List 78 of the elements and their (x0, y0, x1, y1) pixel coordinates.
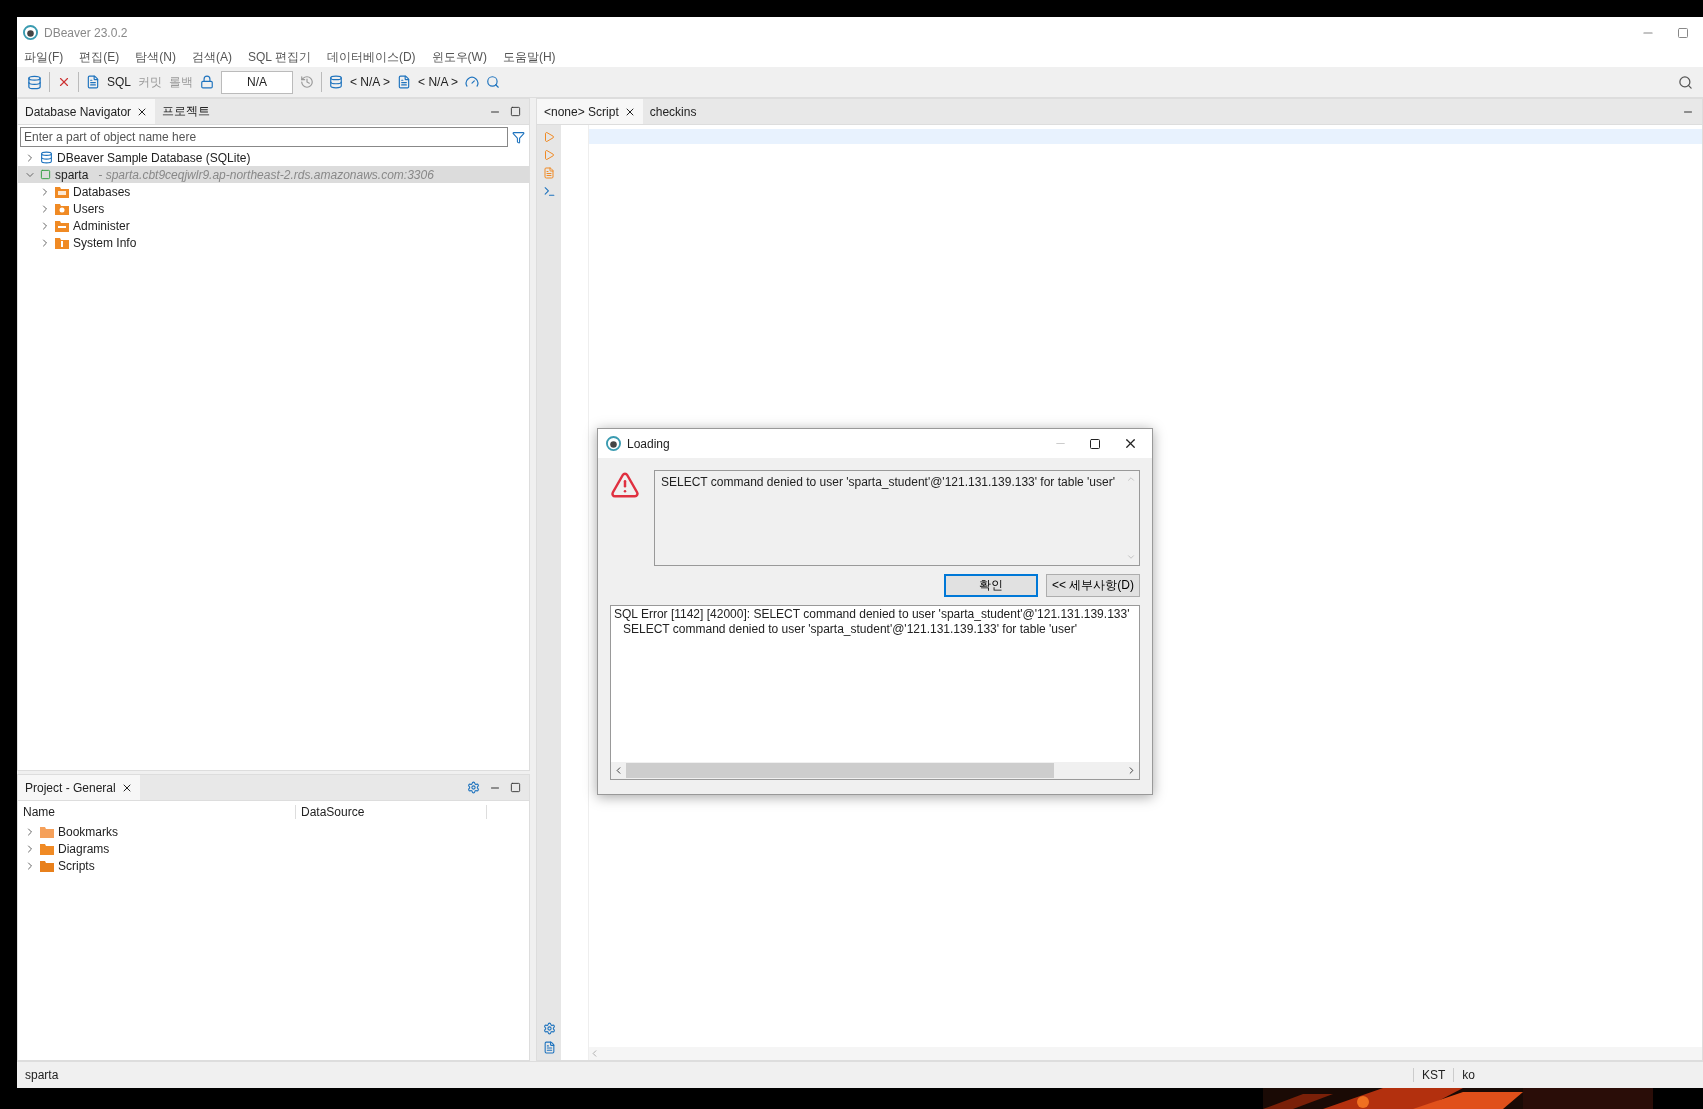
schema-selector[interactable]: < N/A > (418, 75, 459, 89)
error-message: SELECT command denied to user 'sparta_student'@'121.131.139.133' for table 'user' (660, 474, 1116, 491)
connection-icon (40, 169, 51, 180)
tree-row[interactable]: Databases (18, 183, 529, 200)
tree-row[interactable]: Users (18, 200, 529, 217)
column-header[interactable]: DataSource (296, 805, 487, 819)
tree-label: sparta (55, 167, 89, 182)
filter-field[interactable]: Enter a part of object name here (20, 127, 508, 147)
folder-icon (55, 236, 69, 249)
gauge-icon[interactable] (465, 75, 480, 89)
datasource-selector[interactable]: < N/A > (350, 75, 391, 89)
menu-item[interactable]: 데이터베이스(D) (326, 49, 416, 66)
dialog-button[interactable]: << 세부사항(D) (1046, 574, 1140, 597)
panel-tab[interactable]: Database Navigator (18, 99, 156, 124)
tree-label: Bookmarks (58, 824, 119, 839)
play-icon[interactable] (543, 149, 555, 161)
column-header[interactable]: Name (18, 805, 296, 819)
disconnect-icon[interactable] (57, 75, 71, 89)
search-icon[interactable] (1678, 74, 1693, 90)
lock-icon[interactable] (200, 75, 214, 89)
search-icon[interactable] (486, 75, 501, 89)
settings-icon[interactable] (467, 781, 480, 794)
status-text: sparta (24, 1068, 60, 1082)
menu-item[interactable]: 편집(E) (79, 49, 120, 66)
menu-item[interactable]: 검색(A) (192, 49, 232, 66)
folder-icon (40, 825, 54, 838)
tree-label: Administer (73, 218, 130, 233)
maximize-icon[interactable] (1089, 436, 1101, 451)
close-icon[interactable] (1123, 436, 1138, 451)
tree-row[interactable]: Administer (18, 217, 529, 234)
filter-icon[interactable] (512, 130, 525, 144)
window-title: DBeaver 23.0.2 (44, 25, 128, 40)
timezone-label: KST (1412, 1068, 1454, 1082)
tree-row[interactable]: DBeaver Sample Database (SQLite) (18, 149, 529, 166)
locale-label: ko (1453, 1068, 1483, 1082)
tree-row[interactable]: sparta - sparta.cbt9ceqjwlr9.ap-northeast-2.rds.amazonaws.com:3306 (18, 166, 529, 183)
folder-icon (55, 219, 69, 232)
menu-item[interactable]: SQL 편집기 (248, 49, 311, 66)
scrollbar-thumb[interactable] (626, 763, 1054, 778)
menu-item[interactable]: 탐색(N) (135, 49, 176, 66)
warning-icon (610, 470, 640, 500)
menu-item[interactable]: 파일(F) (24, 49, 64, 66)
script-icon[interactable] (86, 75, 100, 89)
play-icon[interactable] (543, 131, 555, 143)
folder-icon (40, 859, 54, 872)
editor-tab[interactable]: checkins (642, 99, 704, 124)
panel-tab[interactable]: Project - General (18, 775, 140, 800)
error-detail: SELECT command denied to user 'sparta_student'@'121.131.139.133' for table 'user' (622, 621, 1078, 636)
document-icon[interactable] (542, 1041, 556, 1054)
tree-label: Scripts (58, 858, 95, 873)
tree-label: Databases (73, 184, 131, 199)
tree-label: System Info (73, 235, 137, 250)
app-logo-icon (606, 436, 621, 451)
panel-tab[interactable]: 프로젝트 (155, 99, 218, 124)
error-detail: SQL Error [1142] [42000]: SELECT command denied to user 'sparta_student'@'121.131.139.133' (613, 606, 1131, 621)
history-icon[interactable] (300, 75, 314, 89)
sql-button[interactable]: SQL (107, 75, 131, 89)
folder-icon (40, 842, 54, 855)
transaction-field[interactable]: N/A (221, 70, 293, 94)
database-icon[interactable] (329, 75, 343, 89)
dialog-button[interactable]: 확인 (944, 574, 1038, 597)
settings-icon[interactable] (542, 1022, 556, 1035)
connection-url: - sparta.cbt9ceqjwlr9.ap-northeast-2.rds.amazonaws.com:3306 (98, 167, 434, 182)
schema-icon[interactable] (397, 75, 412, 89)
tree-row[interactable]: System Info (18, 234, 529, 251)
script-icon[interactable] (543, 167, 555, 179)
database-icon (40, 151, 53, 164)
menu-item[interactable]: 윈도우(W) (431, 49, 487, 66)
terminal-icon[interactable] (542, 185, 556, 198)
folder-icon (55, 202, 69, 215)
menu-item[interactable]: 도움말(H) (502, 49, 556, 66)
dialog-title: Loading (627, 436, 670, 451)
tree-label: DBeaver Sample Database (SQLite) (57, 150, 251, 165)
editor-tab[interactable]: <none> Script (537, 99, 643, 124)
tree-label: Diagrams (58, 841, 110, 856)
app-logo-icon (23, 25, 38, 40)
tree-label: Users (73, 201, 105, 216)
folder-icon (55, 185, 69, 198)
